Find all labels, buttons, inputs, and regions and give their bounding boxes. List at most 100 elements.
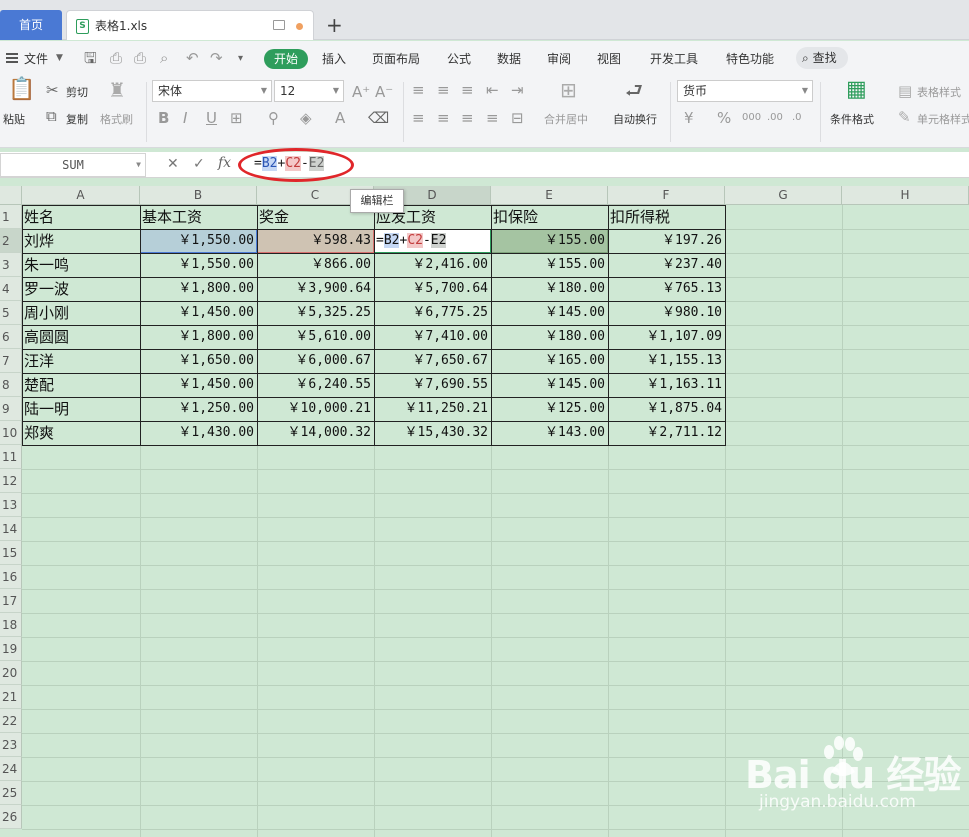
table-header-cell[interactable]: 扣保险 [491, 205, 608, 229]
thousands-icon[interactable]: 000 [742, 110, 761, 126]
row-header[interactable]: 8 [0, 373, 22, 397]
table-cell[interactable]: ￥7,650.67 [374, 349, 491, 373]
copy-button[interactable]: 复制 [66, 111, 88, 127]
format-painter-icon[interactable]: ♜ [108, 80, 126, 100]
row-header[interactable]: 3 [0, 253, 22, 277]
column-header[interactable]: E [491, 186, 608, 205]
column-header[interactable]: H [842, 186, 969, 205]
paste-button[interactable]: 粘贴 [3, 111, 25, 127]
column-header[interactable]: B [140, 186, 257, 205]
table-cell[interactable]: ￥980.10 [608, 301, 725, 325]
table-cell[interactable]: ￥2,711.12 [608, 421, 725, 445]
table-cell[interactable]: ￥3,900.64 [257, 277, 374, 301]
underline-icon[interactable]: U [206, 110, 217, 126]
table-cell[interactable]: ￥598.43 [257, 229, 374, 253]
table-cell[interactable]: ￥15,430.32 [374, 421, 491, 445]
cell-style-icon[interactable]: ✎ [898, 109, 911, 125]
table-header-cell[interactable]: 基本工资 [140, 205, 257, 229]
more-icon[interactable]: ▾ [238, 51, 243, 67]
table-cell[interactable]: 朱一鸣 [22, 253, 140, 277]
menu-insert[interactable]: 插入 [322, 50, 346, 67]
table-cell[interactable]: ￥143.00 [491, 421, 608, 445]
row-header[interactable]: 15 [0, 541, 22, 565]
table-cell[interactable]: ￥197.26 [608, 229, 725, 253]
row-header[interactable]: 12 [0, 469, 22, 493]
row-header[interactable]: 20 [0, 661, 22, 685]
menu-page-layout[interactable]: 页面布局 [372, 50, 420, 67]
redo-icon[interactable]: ↷ [210, 50, 223, 66]
cell-style-button[interactable]: 单元格样式 [917, 111, 969, 127]
align-bottom-icon[interactable]: ≡ [461, 82, 474, 98]
menu-file[interactable]: 文件 [24, 50, 48, 67]
table-cell[interactable]: ￥1,450.00 [140, 373, 257, 397]
font-shrink-icon[interactable]: A⁻ [375, 84, 393, 100]
wrap-text-button[interactable]: 自动换行 [613, 111, 657, 127]
row-header[interactable]: 21 [0, 685, 22, 709]
cut-button[interactable]: 剪切 [66, 84, 88, 100]
menu-data[interactable]: 数据 [497, 50, 521, 67]
row-header[interactable]: 5 [0, 301, 22, 325]
table-style-button[interactable]: 表格样式 [917, 84, 961, 100]
merge-icon[interactable]: ⊞ [560, 80, 577, 100]
decimal-decrease-icon[interactable]: .0 [792, 110, 802, 126]
new-tab-button[interactable]: + [326, 12, 343, 38]
merge-center-button[interactable]: 合并居中 [544, 111, 588, 127]
copy-icon[interactable]: ⧉ [46, 108, 57, 124]
conditional-format-button[interactable]: 条件格式 [830, 111, 874, 127]
row-header[interactable]: 24 [0, 757, 22, 781]
bold-icon[interactable]: B [158, 110, 169, 126]
table-cell[interactable]: ￥1,155.13 [608, 349, 725, 373]
row-header[interactable]: 14 [0, 517, 22, 541]
cut-icon[interactable]: ✂ [46, 82, 59, 98]
table-cell[interactable]: 罗一波 [22, 277, 140, 301]
table-cell[interactable]: ￥1,250.00 [140, 397, 257, 421]
table-cell[interactable]: ￥6,240.55 [257, 373, 374, 397]
align-center-icon[interactable]: ≡ [437, 110, 450, 126]
row-header[interactable]: 16 [0, 565, 22, 589]
column-header[interactable]: A [22, 186, 140, 205]
table-cell[interactable]: ￥7,690.55 [374, 373, 491, 397]
row-header[interactable]: 26 [0, 805, 22, 829]
table-cell[interactable]: ￥7,410.00 [374, 325, 491, 349]
indent-increase-icon[interactable]: ⇥ [511, 82, 524, 98]
font-name-select[interactable]: 宋体 ▼ [152, 80, 272, 102]
table-cell[interactable]: ￥14,000.32 [257, 421, 374, 445]
table-cell[interactable]: 汪洋 [22, 349, 140, 373]
row-header[interactable]: 23 [0, 733, 22, 757]
find-button[interactable]: ⌕ 查找 [796, 47, 848, 69]
wrap-text-icon[interactable]: ⮐ [625, 80, 643, 100]
menu-review[interactable]: 审阅 [547, 50, 571, 67]
percent-icon[interactable]: % [717, 110, 731, 126]
tab-file[interactable]: S 表格1.xls [66, 10, 314, 40]
table-cell[interactable]: ￥145.00 [491, 373, 608, 397]
table-cell[interactable]: 楚配 [22, 373, 140, 397]
eraser-icon[interactable]: ⌫ [368, 110, 389, 126]
menu-developer[interactable]: 开发工具 [650, 50, 698, 67]
table-cell[interactable]: ￥2,416.00 [374, 253, 491, 277]
fill-color-icon[interactable]: ⚲ [268, 110, 279, 126]
table-cell[interactable]: ￥765.13 [608, 277, 725, 301]
save-icon[interactable]: 🖫 [84, 50, 97, 66]
table-cell[interactable]: ￥1,107.09 [608, 325, 725, 349]
row-header[interactable]: 18 [0, 613, 22, 637]
table-style-icon[interactable]: ▤ [898, 83, 912, 99]
row-header[interactable]: 2 [0, 229, 22, 253]
tab-home[interactable]: 首页 [0, 10, 62, 40]
table-header-cell[interactable]: 扣所得税 [608, 205, 725, 229]
row-header[interactable]: 13 [0, 493, 22, 517]
text-color-icon[interactable]: A [335, 110, 345, 126]
chevron-down-icon[interactable]: ▼ [56, 53, 63, 63]
border-icon[interactable]: ⊞ [230, 110, 243, 126]
column-header[interactable]: G [725, 186, 842, 205]
table-cell[interactable]: ￥1,550.00 [140, 229, 257, 253]
font-grow-icon[interactable]: A⁺ [352, 84, 370, 100]
table-cell[interactable]: ￥1,450.00 [140, 301, 257, 325]
table-cell[interactable]: 周小刚 [22, 301, 140, 325]
table-cell[interactable]: ￥1,550.00 [140, 253, 257, 277]
font-size-select[interactable]: 12 ▼ [274, 80, 344, 102]
preview-icon[interactable]: ⌕ [160, 50, 168, 66]
export-icon[interactable]: ⎙ [110, 50, 122, 66]
table-cell[interactable]: ￥1,800.00 [140, 277, 257, 301]
undo-icon[interactable]: ↶ [186, 50, 199, 66]
table-cell[interactable]: 刘烨 [22, 229, 140, 253]
